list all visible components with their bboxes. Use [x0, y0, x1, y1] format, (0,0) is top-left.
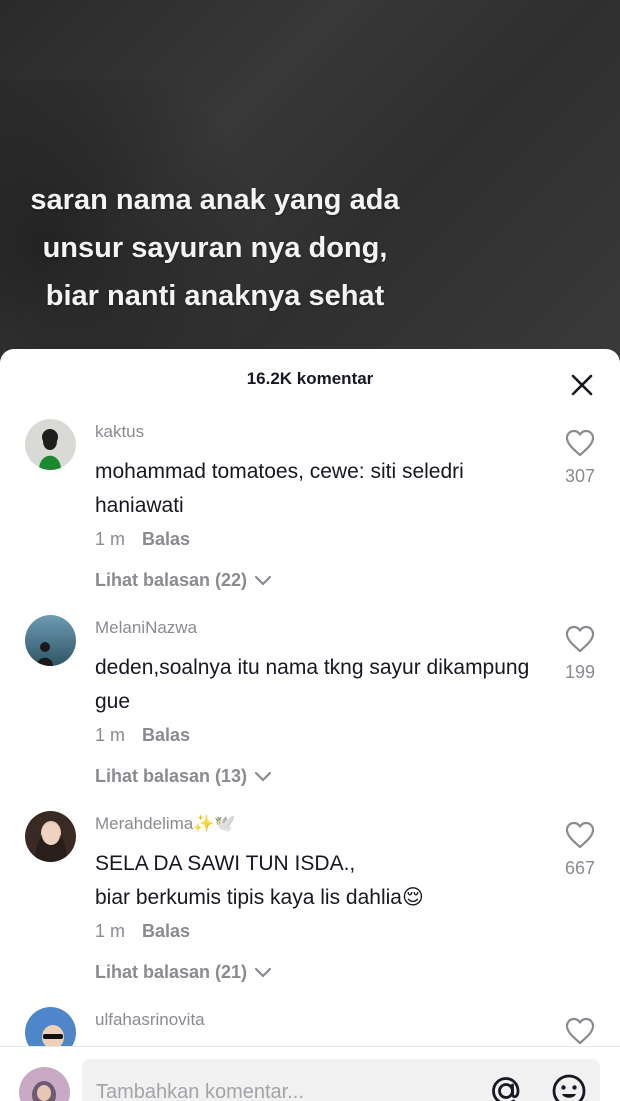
- caption-line-1: saran nama anak yang ada: [30, 184, 400, 216]
- comment-username[interactable]: ulfahasrinovita: [95, 1010, 205, 1030]
- comment-meta: 1 m Balas: [95, 529, 190, 550]
- comment-count-title: 16.2K komentar: [246, 369, 374, 388]
- heart-outline-icon: [565, 625, 595, 653]
- comment-time: 1 m: [95, 529, 126, 549]
- like-button[interactable]: 667: [560, 821, 600, 879]
- avatar[interactable]: [25, 811, 76, 862]
- comment-time: 1 m: [95, 921, 126, 941]
- emoji-button[interactable]: [550, 1072, 588, 1101]
- view-replies-label: Lihat balasan (21): [95, 962, 248, 982]
- comment-input-bar: [0, 1046, 620, 1101]
- avatar[interactable]: [25, 615, 76, 666]
- mention-button[interactable]: [487, 1072, 525, 1101]
- caption-line-3: biar nanti anaknya sehat: [45, 280, 385, 312]
- view-replies-button[interactable]: Lihat balasan (21): [95, 962, 272, 983]
- view-replies-label: Lihat balasan (13): [95, 766, 248, 786]
- emoji-icon: [552, 1074, 586, 1101]
- like-count: 307: [564, 466, 596, 486]
- close-icon: [571, 374, 593, 396]
- chevron-down-icon: [254, 968, 272, 978]
- chevron-down-icon: [254, 576, 272, 586]
- chevron-down-icon: [254, 772, 272, 782]
- comment-meta: 1 m Balas: [95, 725, 190, 746]
- like-button[interactable]: 199: [560, 625, 600, 683]
- heart-outline-icon: [565, 1017, 595, 1045]
- heart-outline-icon: [565, 429, 595, 457]
- video-caption: saran nama anak yang ada unsur sayuran n…: [0, 176, 430, 320]
- like-button[interactable]: 307: [560, 429, 600, 487]
- like-count: 667: [564, 858, 596, 878]
- comments-sheet: 16.2K komentar kaktus mohammad tomatoes,…: [0, 349, 620, 1101]
- reply-button[interactable]: Balas: [142, 725, 190, 745]
- reply-button[interactable]: Balas: [142, 529, 190, 549]
- video-background[interactable]: saran nama anak yang ada unsur sayuran n…: [0, 0, 620, 372]
- comment-meta: 1 m Balas: [95, 921, 190, 942]
- comment-text: deden,soalnya itu nama tkng sayur dikamp…: [95, 656, 530, 713]
- caption-line-2: unsur sayuran nya dong,: [42, 232, 388, 264]
- comment-time: 1 m: [95, 725, 126, 745]
- close-button[interactable]: [570, 373, 594, 397]
- like-count: 199: [564, 662, 596, 682]
- at-sign-icon: [492, 1077, 520, 1101]
- reply-button[interactable]: Balas: [142, 921, 190, 941]
- comment-username[interactable]: Merahdelima✨🕊️: [95, 814, 236, 834]
- view-replies-label: Lihat balasan (22): [95, 570, 248, 590]
- comment-username[interactable]: MelaniNazwa: [95, 618, 197, 638]
- avatar[interactable]: [25, 419, 76, 470]
- comment-text: mohammad tomatoes, cewe: siti seledri ha…: [95, 460, 464, 517]
- comment-username[interactable]: kaktus: [95, 422, 144, 442]
- user-avatar[interactable]: [19, 1067, 70, 1101]
- sheet-header: 16.2K komentar: [0, 349, 620, 411]
- view-replies-button[interactable]: Lihat balasan (13): [95, 766, 272, 787]
- view-replies-button[interactable]: Lihat balasan (22): [95, 570, 272, 591]
- comment-text: SELA DA SAWI TUN ISDA., biar berkumis ti…: [95, 852, 424, 909]
- heart-outline-icon: [565, 821, 595, 849]
